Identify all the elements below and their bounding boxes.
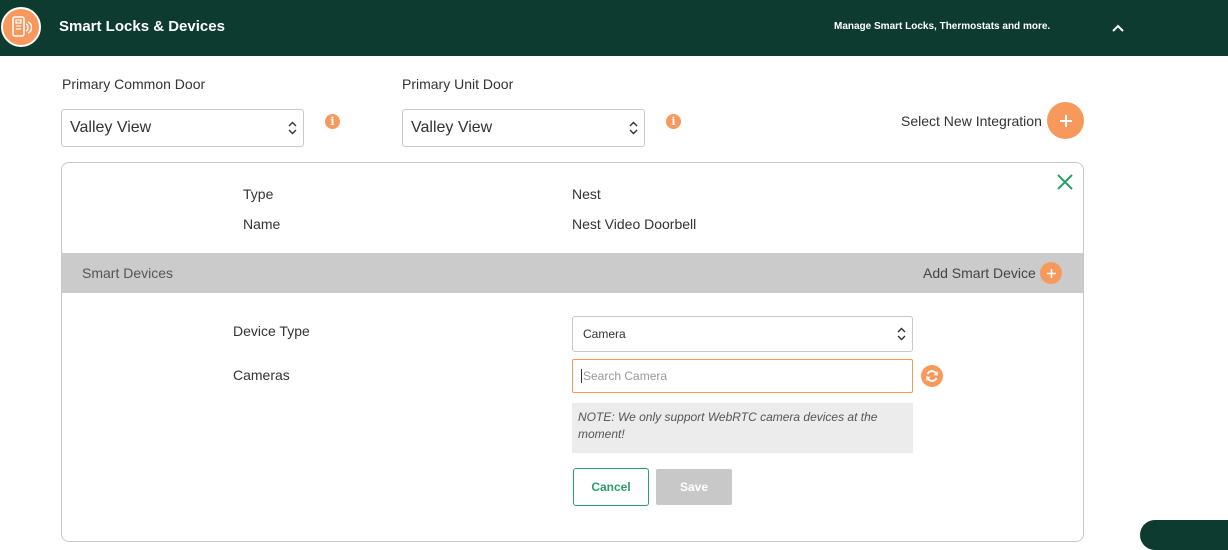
smart-lock-icon — [1, 7, 41, 47]
chat-widget-button[interactable] — [1140, 520, 1228, 550]
close-icon[interactable] — [1056, 173, 1074, 191]
app-header: Smart Locks & Devices Manage Smart Locks… — [0, 0, 1228, 56]
device-type-select[interactable]: Camera — [572, 316, 913, 352]
smart-devices-header: Smart Devices Add Smart Device — [62, 253, 1083, 293]
primary-unit-door-label: Primary Unit Door — [402, 76, 514, 92]
refresh-icon — [926, 370, 938, 382]
page-subtitle: Manage Smart Locks, Thermostats and more… — [834, 21, 1051, 32]
add-smart-device-label[interactable]: Add Smart Device — [923, 265, 1036, 281]
plus-icon — [1059, 114, 1072, 127]
primary-common-door-label: Primary Common Door — [62, 76, 206, 92]
name-value: Nest Video Doorbell — [572, 216, 697, 232]
add-integration-button[interactable] — [1047, 102, 1084, 139]
smart-devices-title: Smart Devices — [82, 265, 174, 281]
select-arrows-icon — [288, 121, 297, 135]
info-icon[interactable]: i — [325, 114, 340, 129]
info-icon[interactable]: i — [666, 114, 681, 129]
select-arrows-icon — [897, 327, 906, 341]
type-value: Nest — [572, 186, 601, 202]
primary-unit-door-select[interactable]: Valley View — [402, 109, 645, 147]
chevron-up-icon[interactable] — [1110, 20, 1126, 36]
primary-unit-door-value: Valley View — [411, 119, 493, 136]
type-label: Type — [243, 186, 274, 202]
save-button[interactable]: Save — [656, 469, 732, 505]
cameras-label: Cameras — [233, 367, 290, 383]
plus-icon — [1046, 268, 1056, 278]
integration-panel: Type Nest Name Nest Video Doorbell Smart… — [61, 162, 1084, 542]
name-label: Name — [243, 216, 281, 232]
device-type-label: Device Type — [233, 323, 310, 339]
page-title: Smart Locks & Devices — [59, 18, 225, 35]
text-caret — [581, 369, 582, 383]
cancel-button[interactable]: Cancel — [573, 468, 649, 506]
search-camera-placeholder: Search Camera — [583, 369, 668, 383]
search-camera-input[interactable]: Search Camera — [572, 359, 913, 393]
select-new-integration-label: Select New Integration — [901, 113, 1042, 129]
refresh-cameras-button[interactable] — [921, 365, 943, 387]
primary-common-door-value: Valley View — [70, 119, 152, 136]
device-type-value: Camera — [583, 327, 626, 341]
select-arrows-icon — [629, 121, 638, 135]
webrtc-note: NOTE: We only support WebRTC camera devi… — [572, 403, 913, 453]
primary-common-door-select[interactable]: Valley View — [61, 109, 304, 147]
add-smart-device-button[interactable] — [1040, 262, 1062, 284]
